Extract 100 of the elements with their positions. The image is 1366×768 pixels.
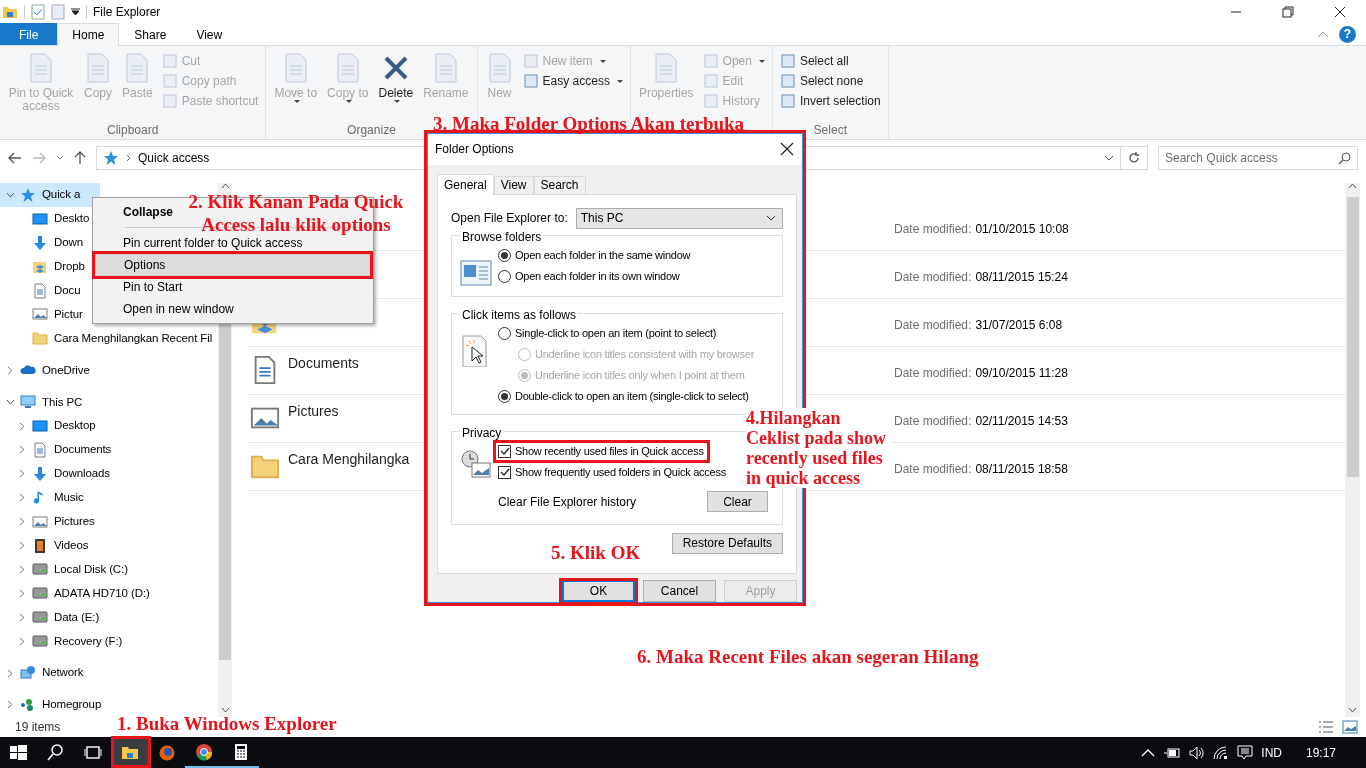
- chevron-right-icon[interactable]: [7, 700, 13, 710]
- radio-button[interactable]: [498, 389, 511, 403]
- date-label: Date modified:: [894, 365, 972, 382]
- folder-name[interactable]: Cara Menghilangka: [288, 449, 410, 470]
- option-label[interactable]: Single-click to open an item (point to select): [515, 325, 717, 342]
- scrollbar[interactable]: [1345, 183, 1360, 717]
- nav-item[interactable]: Videos: [0, 533, 91, 558]
- show-hidden-icons-icon[interactable]: [1141, 748, 1156, 757]
- back-icon[interactable]: [8, 152, 22, 164]
- chevron-right-icon[interactable]: [19, 636, 25, 646]
- chevron-right-icon[interactable]: [7, 365, 13, 375]
- menu-item[interactable]: Open in new window: [95, 298, 238, 320]
- dialog-button[interactable]: Cancel: [643, 580, 716, 602]
- nav-item[interactable]: Local Disk (C:): [0, 557, 130, 582]
- clear-button[interactable]: Clear: [707, 491, 768, 513]
- search-field[interactable]: Search Quick access: [1158, 146, 1358, 170]
- nav-item[interactable]: Music: [0, 485, 86, 510]
- chevron-right-icon[interactable]: [19, 588, 25, 598]
- refresh-icon[interactable]: [1128, 152, 1140, 164]
- nav-item[interactable]: This PC: [0, 390, 85, 415]
- dialog-tab[interactable]: View: [493, 175, 534, 194]
- dialog-tab[interactable]: General: [437, 173, 494, 195]
- dialog-tab[interactable]: Search: [533, 175, 586, 194]
- chevron-right-icon[interactable]: [19, 493, 25, 503]
- recent-dropdown-icon[interactable]: [56, 155, 64, 161]
- notification-icon[interactable]: [1237, 744, 1254, 761]
- nav-item[interactable]: Pictures: [0, 509, 97, 534]
- menu-item[interactable]: Pin to Start: [95, 276, 187, 298]
- collapse-ribbon-icon[interactable]: [1317, 30, 1329, 38]
- address-path[interactable]: Quick access: [138, 149, 210, 167]
- chevron-right-icon[interactable]: [19, 565, 25, 574]
- chevron-right-icon[interactable]: [7, 668, 13, 678]
- chevron-down-icon[interactable]: [5, 399, 15, 406]
- large-icons-view-icon[interactable]: [1342, 720, 1358, 734]
- date-value: 02/11/2015 14:53: [975, 413, 1069, 430]
- dropdown-field[interactable]: This PC: [575, 207, 783, 229]
- wifi-icon[interactable]: [1213, 745, 1230, 760]
- nav-item[interactable]: Docu: [0, 278, 83, 303]
- chevron-right-icon[interactable]: [19, 517, 25, 527]
- chevron-right-icon[interactable]: [19, 612, 25, 622]
- restore-icon[interactable]: [1282, 5, 1294, 18]
- chevron-down-icon[interactable]: [5, 191, 15, 198]
- checkbox[interactable]: [498, 465, 511, 479]
- nav-item[interactable]: Deskto: [0, 206, 92, 231]
- ribbon-tab[interactable]: Home: [57, 23, 120, 46]
- nav-item[interactable]: Cara Menghilangkan Recent Fil: [0, 326, 215, 351]
- dialog-button[interactable]: OK: [562, 580, 635, 602]
- speaker-icon[interactable]: [1189, 745, 1206, 760]
- film-icon: [32, 537, 48, 554]
- ribbon-button[interactable]: Invert selection: [776, 91, 884, 111]
- option-label[interactable]: Show frequently used folders in Quick access: [515, 464, 726, 481]
- nav-item[interactable]: Pictur: [0, 302, 85, 327]
- option-label[interactable]: Show recently used files in Quick access: [515, 443, 704, 460]
- ribbon-button[interactable]: Select all: [776, 51, 884, 71]
- option-label[interactable]: Open each folder in the same window: [515, 247, 691, 264]
- radio-button[interactable]: [498, 326, 511, 340]
- dropdown-icon[interactable]: [71, 7, 80, 16]
- details-view-icon[interactable]: [1318, 720, 1334, 734]
- language-indicator[interactable]: IND: [1261, 743, 1282, 762]
- nav-item[interactable]: ADATA HD710 (D:): [0, 581, 152, 606]
- nav-item[interactable]: Dropb: [0, 254, 87, 279]
- up-icon[interactable]: [74, 151, 86, 165]
- close-icon[interactable]: [780, 142, 794, 157]
- clock[interactable]: 19:17: [1305, 743, 1336, 762]
- ribbon-tab[interactable]: Share: [119, 23, 182, 45]
- nav-item[interactable]: Down: [0, 230, 85, 255]
- help-button[interactable]: ?: [1339, 25, 1356, 43]
- nav-item[interactable]: Network: [0, 661, 86, 686]
- nav-item[interactable]: Desktop: [0, 414, 98, 438]
- chevron-right-icon[interactable]: [19, 469, 25, 479]
- nav-item[interactable]: OneDrive: [0, 358, 92, 383]
- monitor-icon: [32, 418, 48, 435]
- nav-item[interactable]: Downloads: [0, 461, 112, 486]
- nav-item[interactable]: Homegroup: [0, 693, 104, 717]
- drive-icon: [32, 633, 48, 650]
- ribbon-button[interactable]: Select none: [776, 71, 884, 91]
- chevron-right-icon[interactable]: [19, 445, 25, 455]
- option-label[interactable]: Double-click to open an item (single-click to select): [515, 388, 749, 405]
- properties-icon[interactable]: [31, 3, 45, 20]
- folder-name[interactable]: Documents: [288, 353, 359, 374]
- folder-name[interactable]: Pictures: [288, 401, 339, 422]
- ribbon-button[interactable]: Delete: [374, 50, 418, 121]
- restore-defaults-button[interactable]: Restore Defaults: [671, 532, 783, 554]
- radio-button[interactable]: [498, 269, 511, 283]
- file-menu-tab[interactable]: File: [0, 23, 58, 45]
- option-label[interactable]: Open each folder in its own window: [515, 268, 680, 285]
- nav-item[interactable]: Quick a: [0, 183, 101, 207]
- nav-item[interactable]: Recovery (F:): [0, 629, 125, 654]
- ribbon-tab[interactable]: View: [181, 23, 238, 45]
- ribbon-button[interactable]: Easy access: [519, 71, 626, 91]
- battery-plug-icon[interactable]: [1163, 746, 1182, 759]
- dropdown-icon[interactable]: [1104, 155, 1114, 161]
- chevron-right-icon[interactable]: [19, 541, 25, 551]
- nav-item[interactable]: Data (E:): [0, 605, 102, 630]
- checkbox[interactable]: [498, 444, 511, 458]
- radio-button[interactable]: [498, 248, 511, 262]
- chevron-right-icon[interactable]: [19, 421, 25, 431]
- nav-item[interactable]: Documents: [0, 438, 114, 462]
- menu-item[interactable]: Options: [95, 254, 371, 276]
- close-icon[interactable]: [1334, 5, 1346, 18]
